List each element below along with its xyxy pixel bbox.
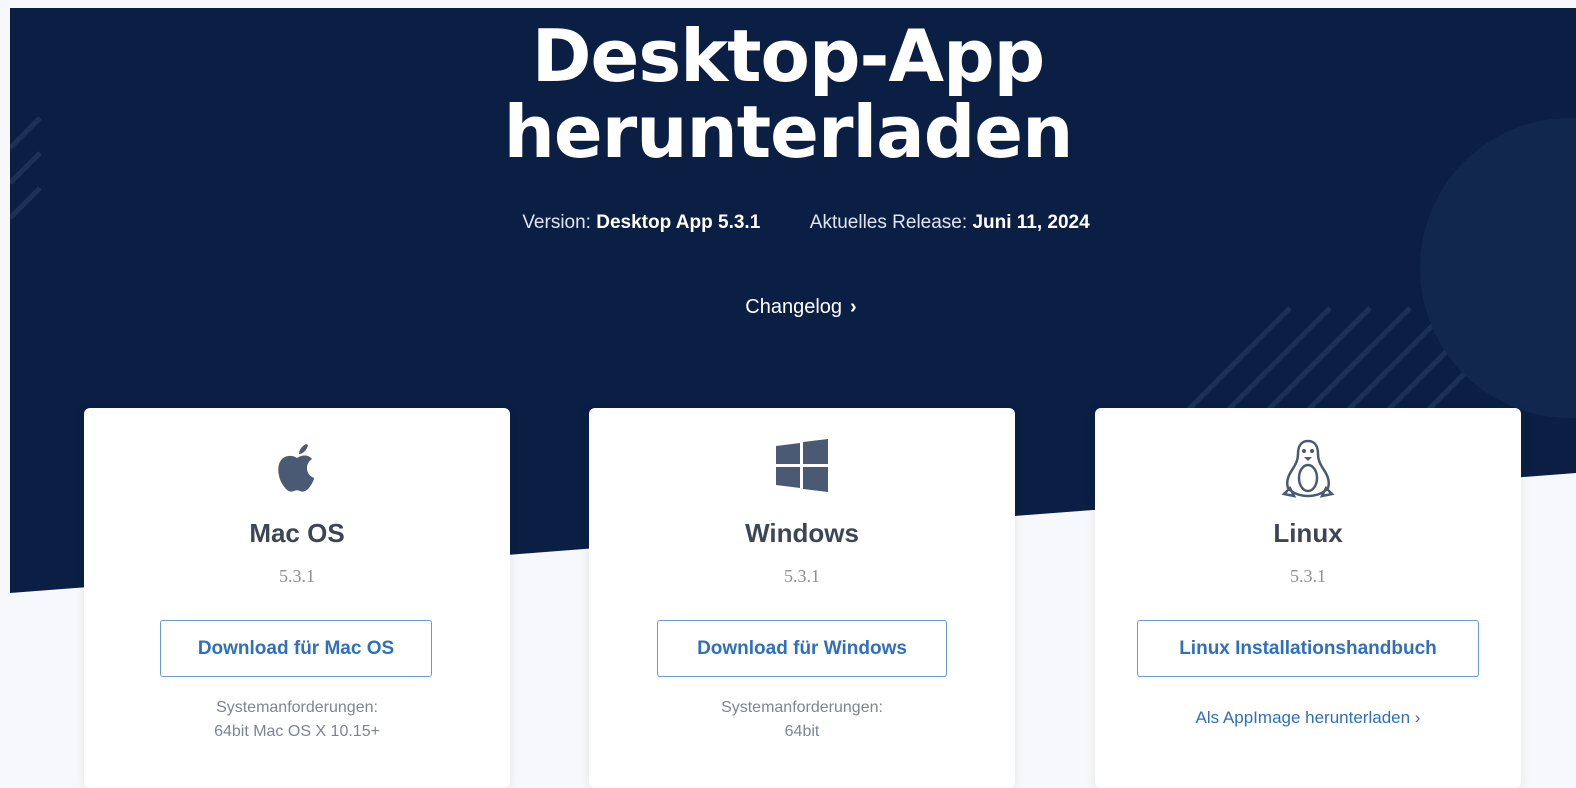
platform-version: 5.3.1 xyxy=(1290,566,1326,586)
windows-icon xyxy=(589,438,1015,498)
version-info: Version: Desktop App 5.3.1 Aktuelles Rel… xyxy=(0,212,1576,234)
download-card-macos: Mac OS 5.3.1 Download für Mac OS Systema… xyxy=(84,408,510,788)
download-card-linux: Linux 5.3.1 Linux Installationshandbuch … xyxy=(1095,408,1521,788)
page-title: Desktop-App herunterladen xyxy=(0,18,1576,170)
system-requirements: Systemanforderungen: 64bit Mac OS X 10.1… xyxy=(84,696,510,744)
platform-name: Mac OS xyxy=(249,518,345,548)
chevron-right-icon: › xyxy=(850,296,857,318)
version-value: Desktop App 5.3.1 xyxy=(596,212,761,233)
page-title-line1: Desktop-App xyxy=(531,14,1045,98)
release-label: Aktuelles Release: xyxy=(809,212,968,233)
release-value: Juni 11, 2024 xyxy=(972,212,1090,233)
system-requirements: Systemanforderungen: 64bit xyxy=(589,696,1015,744)
requirements-label: Systemanforderungen: xyxy=(216,699,378,716)
appimage-download-link[interactable]: Als AppImage herunterladen › xyxy=(1095,708,1521,728)
requirements-value: 64bit xyxy=(784,723,820,740)
download-windows-button[interactable]: Download für Windows xyxy=(657,620,947,677)
platform-name: Linux xyxy=(1273,518,1343,548)
requirements-value: 64bit Mac OS X 10.15+ xyxy=(214,723,380,740)
changelog-link[interactable]: Changelog › xyxy=(0,296,1576,319)
apple-icon xyxy=(84,438,510,498)
linux-installation-guide-button[interactable]: Linux Installationshandbuch xyxy=(1137,620,1479,677)
requirements-label: Systemanforderungen: xyxy=(721,699,883,716)
platform-version: 5.3.1 xyxy=(279,566,315,586)
download-macos-button[interactable]: Download für Mac OS xyxy=(160,620,432,677)
version-label: Version: xyxy=(522,212,591,233)
changelog-label: Changelog xyxy=(745,296,843,318)
linux-tux-icon xyxy=(1095,438,1521,498)
platform-version: 5.3.1 xyxy=(784,566,820,586)
page-title-line2: herunterladen xyxy=(503,90,1074,174)
platform-name: Windows xyxy=(745,518,859,548)
download-card-windows: Windows 5.3.1 Download für Windows Syste… xyxy=(589,408,1015,788)
